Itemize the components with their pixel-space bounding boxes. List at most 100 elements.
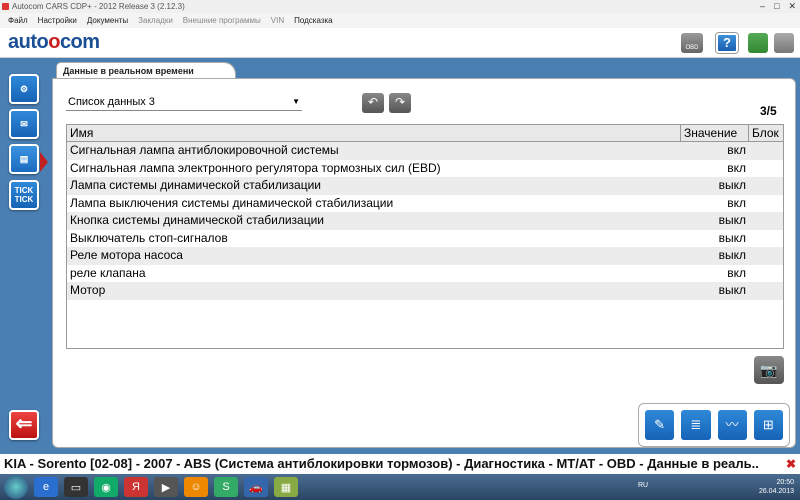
obd-icon[interactable]: OBD: [681, 33, 703, 53]
row-block: [749, 142, 783, 160]
row-name: Кнопка системы динамической стабилизации: [70, 213, 325, 227]
row-block: [749, 230, 783, 248]
row-name: Лампа системы динамической стабилизации: [70, 178, 322, 192]
table-row[interactable]: Сигнальная лампа электронного регулятора…: [67, 160, 783, 178]
row-value: вкл: [727, 143, 746, 157]
clock-time: 20:50: [776, 479, 794, 486]
row-block: [749, 247, 783, 265]
row-name: Лампа выключения системы динамической ст…: [70, 195, 394, 210]
record-icon[interactable]: ⊞: [753, 410, 783, 440]
table-row[interactable]: Лампа системы динамической стабилизации в…: [67, 177, 783, 195]
car-app-icon[interactable]: 🚗: [244, 477, 268, 497]
row-block: [749, 177, 783, 195]
table-header: Имя Значение Блок: [67, 125, 783, 142]
menu-bar: Файл Настройки Документы Закладки Внешни…: [0, 13, 800, 28]
app-icon: [2, 3, 9, 10]
table-row[interactable]: Мотор выкл: [67, 282, 783, 300]
data-list-select[interactable]: Список данных 3 ▼: [66, 93, 302, 111]
row-block: [749, 265, 783, 283]
start-button[interactable]: [4, 475, 28, 499]
chevron-down-icon: ▼: [292, 97, 300, 106]
system-clock[interactable]: 20:50 26.04.2013: [759, 474, 794, 500]
left-nav: ⚙ ✉ ▤ TICK TICK: [0, 62, 50, 452]
app-icon-2[interactable]: ▦: [274, 477, 298, 497]
maximize-button[interactable]: □: [774, 1, 779, 11]
vehicle-status-bar: KIA - Sorento [02-08] - 2007 - ABS (Сист…: [0, 454, 800, 474]
row-name: Сигнальная лампа антиблокировочной систе…: [70, 143, 339, 157]
row-value: выкл: [718, 248, 746, 262]
live-data-icon[interactable]: ▤: [9, 144, 39, 174]
row-value: вкл: [727, 195, 746, 210]
chart-icon[interactable]: 〰: [717, 410, 747, 440]
list-icon[interactable]: ≣: [681, 410, 711, 440]
odnoklassniki-icon[interactable]: ☺: [184, 477, 208, 497]
row-block: [749, 282, 783, 300]
menu-bookmarks[interactable]: Закладки: [138, 13, 173, 28]
window-title: Autocom CARS CDP+ - 2012 Release 3 (2.12…: [12, 2, 185, 11]
data-list-value: Список данных 3: [68, 96, 155, 108]
live-data-table: Имя Значение Блок Сигнальная лампа антиб…: [66, 124, 784, 349]
row-value: вкл: [727, 265, 746, 280]
row-value: выкл: [718, 178, 746, 192]
row-name: Реле мотора насоса: [70, 248, 183, 262]
engine-icon[interactable]: ⚙: [9, 74, 39, 104]
page-indicator: 3/5: [760, 104, 777, 118]
close-button[interactable]: ✕: [788, 1, 796, 11]
table-row[interactable]: реле клапана вкл: [67, 265, 783, 283]
row-block: [749, 212, 783, 230]
graph-edit-icon[interactable]: ✎: [645, 410, 675, 440]
menu-vin[interactable]: VIN: [271, 13, 284, 28]
row-value: выкл: [718, 213, 746, 227]
row-name: Мотор: [70, 283, 106, 297]
menu-external-programs[interactable]: Внешние программы: [183, 13, 261, 28]
undo-arrow-button[interactable]: ↶: [362, 93, 384, 113]
media-icon[interactable]: ▭: [64, 477, 88, 497]
update-icon[interactable]: [748, 33, 768, 53]
row-value: выкл: [718, 230, 746, 245]
row-block: [749, 195, 783, 213]
row-block: [749, 160, 783, 178]
tick-tick-icon[interactable]: TICK TICK: [9, 180, 39, 210]
ie-icon[interactable]: e: [34, 477, 58, 497]
chrome-icon[interactable]: ◉: [94, 477, 118, 497]
menu-help[interactable]: Подсказка: [294, 13, 333, 28]
skype-icon[interactable]: S: [214, 477, 238, 497]
language-indicator[interactable]: RU: [638, 482, 648, 489]
table-row[interactable]: Лампа выключения системы динамической ст…: [67, 195, 783, 213]
menu-documents[interactable]: Документы: [87, 13, 128, 28]
title-bar: Autocom CARS CDP+ - 2012 Release 3 (2.12…: [0, 0, 800, 13]
taskbar: e ▭ ◉ Я ▶ ☺ S 🚗 ▦: [0, 474, 800, 500]
close-status-icon[interactable]: ✖: [786, 454, 796, 474]
active-nav-arrow: [40, 152, 48, 172]
row-name: Выключатель стоп-сигналов: [70, 230, 228, 245]
table-row[interactable]: Кнопка системы динамической стабилизации…: [67, 212, 783, 230]
menu-settings[interactable]: Настройки: [38, 13, 77, 28]
help-icon[interactable]: ?: [716, 33, 738, 53]
tools-icon[interactable]: [774, 33, 794, 53]
vehicle-path: KIA - Sorento [02-08] - 2007 - ABS (Сист…: [4, 456, 759, 471]
clear-codes-icon[interactable]: ✉: [9, 109, 39, 139]
brand-bar: autoocom OBD ?: [0, 28, 800, 58]
tab-live-data[interactable]: Данные в реальном времени: [56, 62, 236, 79]
header-name[interactable]: Имя: [67, 125, 681, 141]
table-row[interactable]: Выключатель стоп-сигналов выкл: [67, 230, 783, 248]
bottom-toolbar: ✎ ≣ 〰 ⊞: [638, 403, 790, 447]
back-button[interactable]: ⇐: [9, 410, 39, 440]
autocom-logo: autoocom: [8, 31, 100, 53]
table-row[interactable]: Реле мотора насоса выкл: [67, 247, 783, 265]
camera-icon[interactable]: 📷: [754, 356, 784, 384]
header-value[interactable]: Значение: [681, 125, 749, 141]
player-icon[interactable]: ▶: [154, 477, 178, 497]
redo-arrow-button[interactable]: ↷: [389, 93, 411, 113]
row-value: выкл: [718, 283, 746, 297]
row-value: вкл: [727, 160, 746, 175]
menu-file[interactable]: Файл: [8, 13, 28, 28]
header-block[interactable]: Блок: [749, 125, 783, 141]
row-name: реле клапана: [70, 265, 146, 280]
minimize-button[interactable]: –: [760, 1, 765, 11]
table-body: Сигнальная лампа антиблокировочной систе…: [67, 142, 783, 300]
table-row[interactable]: Сигнальная лампа антиблокировочной систе…: [67, 142, 783, 160]
clock-date: 26.04.2013: [758, 488, 794, 495]
yandex-icon[interactable]: Я: [124, 477, 148, 497]
row-name: Сигнальная лампа электронного регулятора…: [70, 160, 441, 175]
